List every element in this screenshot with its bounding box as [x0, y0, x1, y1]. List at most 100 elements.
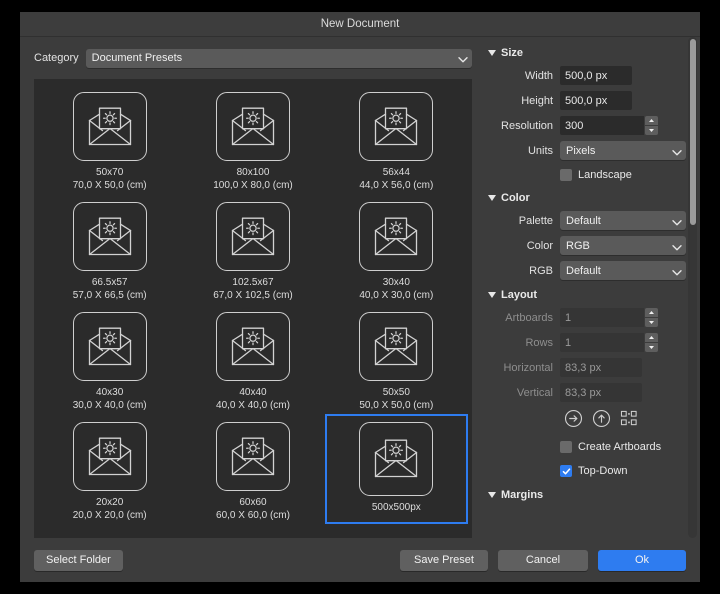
preset-name: 500x500px — [372, 501, 421, 514]
preset-dimensions: 20,0 X 20,0 (cm) — [73, 509, 147, 522]
rgb-label: RGB — [488, 265, 560, 277]
preset-dimensions: 70,0 X 50,0 (cm) — [73, 179, 147, 192]
horizontal-input[interactable]: 83,3 px — [560, 358, 642, 377]
category-label: Category — [34, 52, 79, 64]
envelope-document-gear-icon — [87, 436, 133, 478]
stepper-down-icon[interactable] — [645, 126, 658, 135]
properties-scrollbar-thumb[interactable] — [690, 39, 696, 225]
dialog-footer: Select Folder Save Preset Cancel Ok — [20, 538, 700, 582]
preset-dimensions: 100,0 X 80,0 (cm) — [213, 179, 292, 192]
preset-thumbnail — [359, 202, 433, 271]
horizontal-row: Horizontal 83,3 px — [488, 358, 686, 377]
preset-thumbnail — [359, 312, 433, 381]
width-label: Width — [488, 70, 560, 82]
preset-card[interactable]: 40x4040,0 X 40,0 (cm) — [181, 304, 324, 414]
palette-row: Palette Default — [488, 211, 686, 230]
topdown-row[interactable]: Top-Down — [488, 462, 686, 480]
envelope-document-gear-icon — [373, 216, 419, 258]
save-preset-button[interactable]: Save Preset — [400, 550, 488, 571]
rows-input[interactable]: 1 — [560, 333, 644, 352]
preset-dimensions: 60,0 X 60,0 (cm) — [216, 509, 290, 522]
title-bar: New Document — [20, 12, 700, 37]
preset-card[interactable]: 500x500px — [325, 414, 468, 524]
color-mode-label: Color — [488, 240, 560, 252]
rows-stepper-wrap: 1 — [560, 333, 658, 352]
envelope-document-gear-icon — [373, 438, 419, 480]
stepper-up-icon[interactable] — [645, 333, 658, 343]
landscape-checkbox[interactable] — [560, 169, 572, 181]
preset-card[interactable]: 20x2020,0 X 20,0 (cm) — [38, 414, 181, 524]
preset-card[interactable]: 50x7070,0 X 50,0 (cm) — [38, 84, 181, 194]
create-artboards-row[interactable]: Create Artboards — [488, 438, 686, 456]
artboards-label: Artboards — [488, 312, 560, 324]
cancel-button[interactable]: Cancel — [498, 550, 588, 571]
resolution-stepper-wrap: 300 — [560, 116, 658, 135]
units-select[interactable]: Pixels — [560, 141, 686, 160]
preset-card[interactable]: 50x5050,0 X 50,0 (cm) — [325, 304, 468, 414]
color-mode-selected-value: RGB — [566, 240, 590, 252]
color-mode-select[interactable]: RGB — [560, 236, 686, 255]
section-header-margins[interactable]: Margins — [488, 489, 686, 501]
vertical-input[interactable]: 83,3 px — [560, 383, 642, 402]
preset-card[interactable]: 80x100100,0 X 80,0 (cm) — [181, 84, 324, 194]
arrow-up-circle-icon[interactable] — [592, 409, 611, 433]
properties-pane: Size Width 500,0 px Height 500,0 px Reso… — [480, 37, 700, 538]
preset-card[interactable]: 30x4040,0 X 30,0 (cm) — [325, 194, 468, 304]
artboards-input[interactable]: 1 — [560, 308, 644, 327]
preset-thumbnail — [359, 422, 433, 496]
ok-button[interactable]: Ok — [598, 550, 686, 571]
envelope-document-gear-icon — [230, 436, 276, 478]
presets-pane: Category Document Presets 50x7070,0 X 50… — [20, 37, 480, 538]
preset-card[interactable]: 66.5x5757,0 X 66,5 (cm) — [38, 194, 181, 304]
height-input[interactable]: 500,0 px — [560, 91, 632, 110]
units-label: Units — [488, 145, 560, 157]
width-input[interactable]: 500,0 px — [560, 66, 632, 85]
resolution-stepper[interactable] — [645, 116, 658, 135]
stepper-down-icon[interactable] — [645, 343, 658, 352]
envelope-document-gear-icon — [87, 216, 133, 258]
stepper-up-icon[interactable] — [645, 308, 658, 318]
preset-card[interactable]: 102.5x6767,0 X 102,5 (cm) — [181, 194, 324, 304]
artboards-row: Artboards 1 — [488, 308, 686, 327]
presets-panel[interactable]: 50x7070,0 X 50,0 (cm) 80x100100,0 X 80,0… — [34, 79, 472, 538]
properties-scrollbar[interactable] — [688, 37, 697, 538]
preset-name: 56x44 — [383, 166, 410, 179]
category-select[interactable]: Document Presets — [86, 49, 472, 68]
preset-card[interactable]: 40x3030,0 X 40,0 (cm) — [38, 304, 181, 414]
palette-label: Palette — [488, 215, 560, 227]
rgb-row: RGB Default — [488, 261, 686, 280]
rgb-select[interactable]: Default — [560, 261, 686, 280]
preset-card[interactable]: 56x4444,0 X 56,0 (cm) — [325, 84, 468, 194]
vertical-row: Vertical 83,3 px — [488, 383, 686, 402]
section-header-color[interactable]: Color — [488, 192, 686, 204]
palette-select[interactable]: Default — [560, 211, 686, 230]
new-document-dialog: New Document Category Document Presets — [20, 12, 700, 582]
category-selected-value: Document Presets — [92, 52, 182, 64]
vertical-label: Vertical — [488, 387, 560, 399]
preset-card[interactable]: 60x6060,0 X 60,0 (cm) — [181, 414, 324, 524]
create-artboards-checkbox[interactable] — [560, 441, 572, 453]
section-header-size[interactable]: Size — [488, 47, 686, 59]
rows-stepper[interactable] — [645, 333, 658, 352]
disclosure-triangle-icon — [488, 50, 496, 56]
grid-arrange-icon[interactable] — [620, 410, 639, 432]
section-header-layout[interactable]: Layout — [488, 289, 686, 301]
resolution-row: Resolution 300 — [488, 116, 686, 135]
create-artboards-label: Create Artboards — [578, 441, 661, 453]
envelope-document-gear-icon — [230, 216, 276, 258]
preset-name: 30x40 — [383, 276, 410, 289]
section-title-margins: Margins — [501, 489, 543, 501]
select-folder-button[interactable]: Select Folder — [34, 550, 123, 571]
arrow-right-circle-icon[interactable] — [564, 409, 583, 433]
preset-thumbnail — [216, 312, 290, 381]
preset-name: 50x70 — [96, 166, 123, 179]
resolution-label: Resolution — [488, 120, 560, 132]
preset-thumbnail — [216, 422, 290, 491]
landscape-row[interactable]: Landscape — [488, 166, 686, 184]
stepper-up-icon[interactable] — [645, 116, 658, 126]
preset-name: 20x20 — [96, 496, 123, 509]
topdown-checkbox[interactable] — [560, 465, 572, 477]
artboards-stepper[interactable] — [645, 308, 658, 327]
stepper-down-icon[interactable] — [645, 318, 658, 327]
resolution-input[interactable]: 300 — [560, 116, 644, 135]
